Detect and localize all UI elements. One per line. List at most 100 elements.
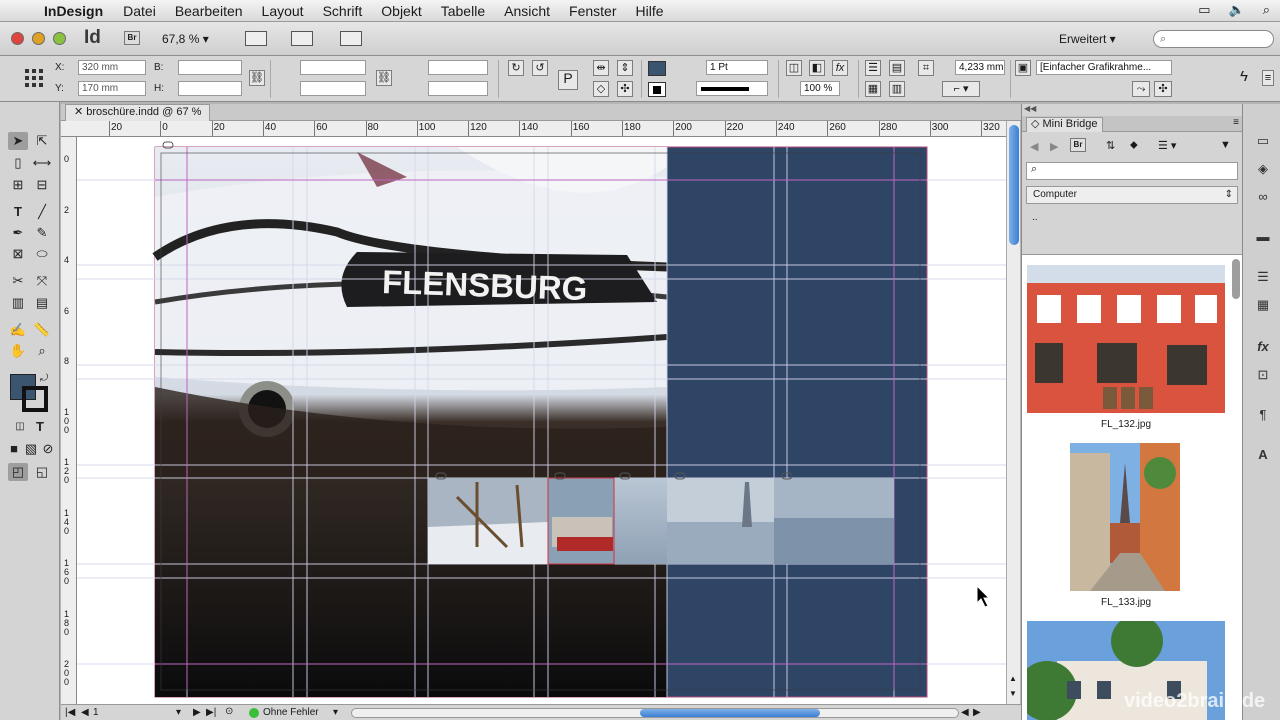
object-style-icon[interactable]: ▣: [1015, 60, 1031, 76]
measure-tool-icon[interactable]: 📏: [32, 321, 52, 339]
formatting-container-icon[interactable]: ◫: [10, 418, 30, 436]
last-page-icon[interactable]: ▶|: [206, 707, 216, 718]
pasteboard[interactable]: FLENSBURG: [77, 137, 1006, 704]
page-menu-icon[interactable]: ▾: [176, 707, 181, 718]
horizontal-scroll-thumb[interactable]: [640, 709, 820, 717]
constrain-scale-icon[interactable]: ⛓: [376, 70, 392, 86]
drop-shadow-icon[interactable]: ◫: [786, 60, 802, 76]
rectangle-frame-tool-icon[interactable]: ⊠: [8, 245, 28, 263]
flip-horizontal-icon[interactable]: ⇹: [593, 60, 609, 76]
menu-layout[interactable]: Layout: [262, 3, 304, 19]
panel-collapse-bar[interactable]: ◀◀: [1024, 104, 1241, 114]
rotation-angle-input[interactable]: [428, 60, 488, 75]
selection-tool-icon[interactable]: ➤: [8, 132, 28, 150]
clear-attributes-icon[interactable]: ✣: [1154, 81, 1172, 97]
control-panel-menu-icon[interactable]: ≡: [1262, 70, 1274, 86]
selection-container-icon[interactable]: P: [558, 70, 578, 90]
stroke-type-select[interactable]: [696, 81, 768, 96]
filter-icon[interactable]: ▼: [1220, 139, 1231, 151]
prev-page-icon[interactable]: ◀: [81, 707, 89, 718]
scroll-left-arrow-icon[interactable]: ◀: [961, 707, 969, 718]
swatches-panel-icon[interactable]: ▦: [1254, 296, 1272, 314]
back-icon[interactable]: ◀: [1030, 140, 1038, 153]
reference-point-icon[interactable]: [24, 68, 44, 88]
path-indicator[interactable]: ..: [1032, 212, 1038, 223]
hand-tool-icon[interactable]: ✋: [8, 342, 28, 360]
mini-bridge-tab[interactable]: ◇ Mini Bridge: [1026, 117, 1103, 132]
vertical-scroll-thumb[interactable]: [1009, 125, 1019, 245]
vertical-scrollbar[interactable]: ▲ ▼: [1006, 121, 1020, 704]
scissors-tool-icon[interactable]: ✂: [8, 272, 28, 290]
sort-icon[interactable]: ⇅: [1106, 139, 1115, 152]
content-collector-icon[interactable]: ⊞: [8, 176, 28, 194]
scroll-down-arrow-icon[interactable]: ▼: [1009, 689, 1017, 698]
pencil-tool-icon[interactable]: ✎: [32, 224, 52, 242]
menu-hilfe[interactable]: Hilfe: [636, 3, 664, 19]
select-content-icon[interactable]: ✣: [617, 81, 633, 97]
menu-fenster[interactable]: Fenster: [569, 3, 616, 19]
effects-icon[interactable]: fx: [832, 60, 848, 76]
scroll-up-arrow-icon[interactable]: ▲: [1009, 674, 1017, 683]
object-style-select[interactable]: [Einfacher Grafikrahme...: [1036, 60, 1172, 75]
rotate-ccw-icon[interactable]: ↺: [532, 60, 548, 76]
view-options-button[interactable]: [245, 31, 267, 46]
stroke-color-swatch[interactable]: [648, 82, 666, 97]
zoom-level-select[interactable]: 67,8 % ▾: [162, 32, 209, 46]
rotate-cw-icon[interactable]: ↻: [508, 60, 524, 76]
view-list-icon[interactable]: ☰ ▾: [1158, 139, 1176, 152]
workspace-switcher[interactable]: Erweitert ▾: [1059, 32, 1116, 46]
effects-panel-icon[interactable]: fx: [1254, 338, 1272, 356]
next-page-icon[interactable]: ▶: [193, 707, 201, 718]
menu-app-name[interactable]: InDesign: [44, 3, 103, 19]
help-search-input[interactable]: ⌕: [1153, 30, 1274, 48]
wrap-jump-icon[interactable]: ▥: [889, 81, 905, 97]
shear-angle-input[interactable]: [428, 81, 488, 96]
type-tool-icon[interactable]: T: [8, 203, 28, 221]
document-page[interactable]: FLENSBURG: [77, 137, 1006, 704]
line-tool-icon[interactable]: ╱: [32, 203, 52, 221]
flip-vertical-icon[interactable]: ⇕: [617, 60, 633, 76]
free-transform-tool-icon[interactable]: ⤧: [32, 272, 52, 290]
menu-datei[interactable]: Datei: [123, 3, 156, 19]
close-tab-icon[interactable]: ✕: [74, 106, 83, 118]
gradient-swatch-tool-icon[interactable]: ▥: [8, 294, 28, 312]
height-input[interactable]: [178, 81, 242, 96]
wrap-object-icon[interactable]: ▦: [865, 81, 881, 97]
menu-objekt[interactable]: Objekt: [381, 3, 421, 19]
constrain-proportions-icon[interactable]: ⛓: [249, 70, 265, 86]
wrap-around-icon[interactable]: ▤: [889, 60, 905, 76]
minimize-window-button[interactable]: [32, 32, 45, 45]
frame-fitting-icon[interactable]: ⌗: [918, 60, 934, 76]
clear-overrides-icon[interactable]: ⤳: [1132, 81, 1150, 97]
page-tool-icon[interactable]: ▯: [8, 154, 28, 172]
preview-mode-icon[interactable]: ◱: [32, 463, 52, 481]
bridge-go-button[interactable]: Br: [1070, 138, 1086, 152]
screen-icon[interactable]: ▭: [1198, 2, 1210, 18]
scale-x-input[interactable]: [300, 60, 366, 75]
horizontal-scrollbar[interactable]: [351, 708, 959, 718]
page-number-field[interactable]: 1: [93, 707, 99, 718]
spotlight-icon[interactable]: ⌕: [1263, 2, 1270, 18]
note-tool-icon[interactable]: ✍: [8, 321, 28, 339]
zoom-tool-icon[interactable]: ⌕: [32, 342, 52, 360]
layers-panel-icon[interactable]: ◈: [1254, 160, 1272, 178]
stroke-swatch[interactable]: [22, 386, 48, 412]
thumbnail-scrollbar[interactable]: [1232, 259, 1240, 299]
preflight-dropdown-icon[interactable]: ▾: [333, 707, 338, 718]
menu-schrift[interactable]: Schrift: [323, 3, 363, 19]
forward-icon[interactable]: ▶: [1050, 140, 1058, 153]
width-input[interactable]: [178, 60, 242, 75]
screen-mode-button[interactable]: [291, 31, 313, 46]
select-container-icon[interactable]: ◇: [593, 81, 609, 97]
opacity-input[interactable]: 100 %: [800, 81, 840, 96]
first-page-icon[interactable]: |◀: [65, 707, 75, 718]
thumbnail-fl-132[interactable]: [1027, 265, 1225, 413]
vertical-ruler[interactable]: 0 2 4 6 8 1 0 0 1 2 0 1 4 0 1 6 0 1 8 0 2 0 0: [61, 137, 77, 704]
volume-icon[interactable]: 🔈: [1229, 2, 1245, 18]
menu-bearbeiten[interactable]: Bearbeiten: [175, 3, 243, 19]
preflight-menu-icon[interactable]: ⊙: [225, 706, 233, 717]
scroll-right-arrow-icon[interactable]: ▶: [973, 707, 981, 718]
text-wrap-icon[interactable]: ☰: [865, 60, 881, 76]
y-position-input[interactable]: 170 mm: [78, 81, 146, 96]
direct-selection-tool-icon[interactable]: ⇱: [32, 132, 52, 150]
